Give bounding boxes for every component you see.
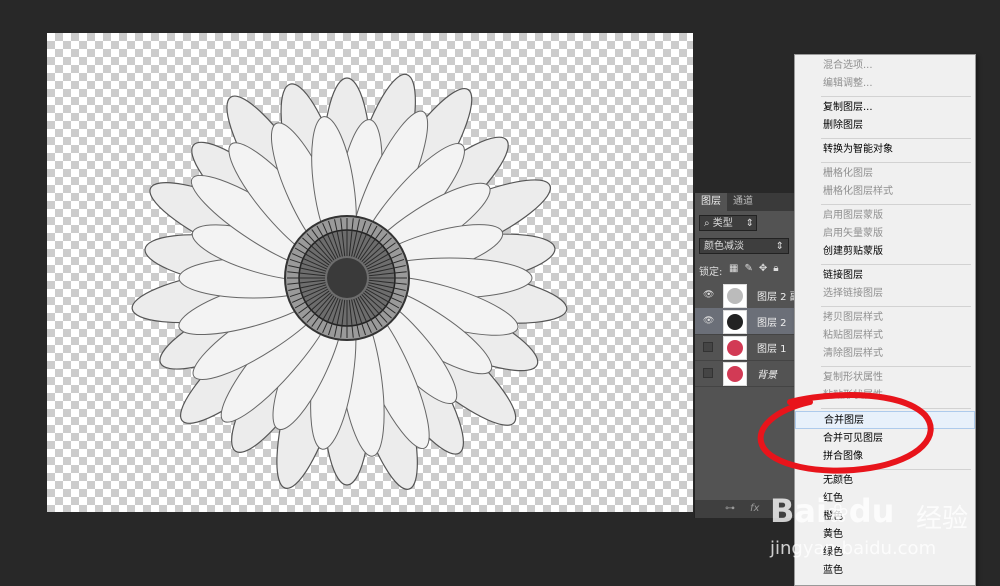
menu-item-rasterize-layer-style[interactable]: 栅格化图层样式 [795,183,975,201]
menu-separator [821,138,971,139]
context-menu: 混合选项... 编辑调整... 复制图层... 删除图层 转换为智能对象 栅格化… [794,54,976,586]
menu-item-copy-shape-attributes[interactable]: 复制形状属性 [795,369,975,387]
panel-tabs: 图层 通道 [695,193,805,211]
menu-separator [821,162,971,163]
menu-separator [821,366,971,367]
menu-item-convert-smart-object[interactable]: 转换为智能对象 [795,141,975,159]
layer-name: 图层 2 [757,318,787,329]
menu-item-orange[interactable]: 橙色 [795,508,975,526]
layer-row-layer1[interactable]: 图层 1 [695,334,805,361]
blend-mode-select[interactable]: 颜色减淡 ⇕ [699,238,789,254]
menu-item-yellow[interactable]: 黄色 [795,526,975,544]
menu-item-merge-visible[interactable]: 合并可见图层 [795,430,975,448]
visibility-box[interactable] [703,368,713,378]
layers-panel: 图层 通道 ⌕ 类型 ⇕ 颜色减淡 ⇕ 锁定: ▦✎✥🔒︎ 👁︎ 图层 2 副 … [694,193,805,518]
chevron-down-icon: ⇕ [745,218,754,229]
layer-name: 图层 1 [757,344,787,355]
fx-icon[interactable]: fx [750,503,759,514]
menu-item-link-layers[interactable]: 链接图层 [795,267,975,285]
menu-separator [821,204,971,205]
layer-filter-select[interactable]: ⌕ 类型 ⇕ [699,215,757,231]
layer-thumbnail [723,362,747,386]
search-icon: ⌕ [704,218,710,229]
menu-item-no-color[interactable]: 无颜色 [795,472,975,490]
lock-paint-icon[interactable]: ✎ [744,263,758,274]
layer-thumbnail [723,284,747,308]
eye-icon[interactable]: 👁︎ [703,316,714,326]
layer-thumbnail [723,336,747,360]
menu-item-copy-layer-style[interactable]: 拷贝图层样式 [795,309,975,327]
blend-mode-label: 颜色减淡 [704,241,744,252]
menu-item-paste-shape-attributes[interactable]: 粘贴形状属性 [795,387,975,405]
layer-name: 背景 [757,370,777,381]
menu-separator [821,306,971,307]
lock-transparent-icon[interactable]: ▦ [729,263,744,274]
lock-icons: ▦✎✥🔒︎ [729,263,785,274]
menu-item-blue[interactable]: 蓝色 [795,562,975,580]
menu-item-edit-adjustment[interactable]: 编辑调整... [795,75,975,93]
menu-item-blending-options[interactable]: 混合选项... [795,57,975,75]
panel-bottom-bar: ⊶ fx [695,500,805,518]
chevron-down-icon: ⇕ [775,241,784,252]
tab-layers[interactable]: 图层 [695,193,727,211]
eye-icon[interactable]: 👁︎ [703,290,714,300]
menu-item-paste-layer-style[interactable]: 粘贴图层样式 [795,327,975,345]
menu-item-duplicate-layer[interactable]: 复制图层... [795,99,975,117]
menu-separator [821,469,971,470]
link-icon[interactable]: ⊶ [725,503,735,514]
menu-item-enable-vector-mask[interactable]: 启用矢量蒙版 [795,225,975,243]
menu-item-flatten-image[interactable]: 拼合图像 [795,448,975,466]
document-canvas[interactable] [47,33,693,512]
menu-item-delete-layer[interactable]: 删除图层 [795,117,975,135]
layer-row-background[interactable]: 背景 [695,360,805,387]
menu-item-merge-layers[interactable]: 合并图层 [795,411,975,429]
menu-item-rasterize-layer[interactable]: 栅格化图层 [795,165,975,183]
menu-item-clear-layer-style[interactable]: 清除图层样式 [795,345,975,363]
layer-row-layer2[interactable]: 👁︎ 图层 2 [695,308,805,335]
visibility-box[interactable] [703,342,713,352]
menu-item-red[interactable]: 红色 [795,490,975,508]
menu-item-enable-layer-mask[interactable]: 启用图层蒙版 [795,207,975,225]
lock-move-icon[interactable]: ✥ [759,263,773,274]
menu-separator [821,264,971,265]
layer-thumbnail [723,310,747,334]
menu-separator [821,96,971,97]
menu-item-green[interactable]: 绿色 [795,544,975,562]
lock-label: 锁定: [699,267,723,278]
menu-separator [821,408,971,409]
flower-sketch-image [131,73,568,490]
menu-item-select-linked-layers[interactable]: 选择链接图层 [795,285,975,303]
menu-item-create-clipping-mask[interactable]: 创建剪贴蒙版 [795,243,975,261]
lock-all-icon[interactable]: 🔒︎ [773,263,784,274]
layer-filter-label: 类型 [712,218,733,229]
tab-channels[interactable]: 通道 [727,193,759,211]
layer-row-layer2-copy[interactable]: 👁︎ 图层 2 副 [695,282,805,309]
